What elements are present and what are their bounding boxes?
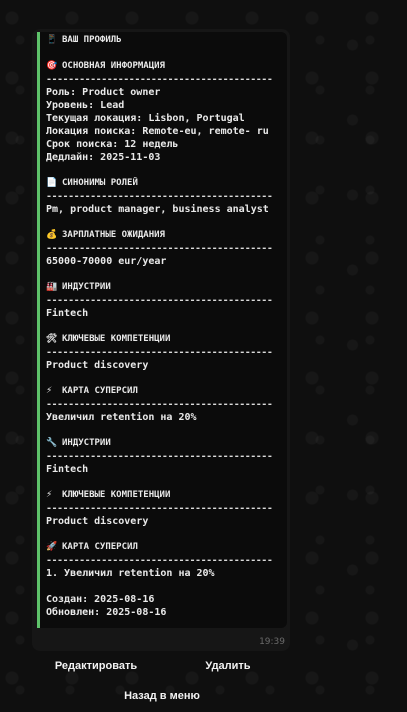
info-line: Дедлайн: 2025-11-03 xyxy=(46,152,161,163)
section-text: Product discovery xyxy=(46,516,149,527)
divider: ----------------------------------------… xyxy=(46,451,273,462)
section-heading: ⚡ КЛЮЧЕВЫЕ КОМПЕТЕНЦИИ xyxy=(46,489,282,502)
section-title: ИНДУСТРИИ xyxy=(62,282,111,292)
section-text: Pm, product manager, business analyst xyxy=(46,204,269,215)
section-title: КЛЮЧЕВЫЕ КОМПЕТЕНЦИИ xyxy=(62,334,171,344)
divider: ----------------------------------------… xyxy=(46,243,273,254)
factory-icon: 🏭 xyxy=(46,282,58,292)
divider: ----------------------------------------… xyxy=(46,295,273,306)
info-line: Локация поиска: Remote-eu, remote- ru xyxy=(46,126,269,137)
section-heading: 🏭 ИНДУСТРИИ xyxy=(46,281,282,294)
back-to-menu-button[interactable]: Назад в меню xyxy=(32,683,292,709)
lightning-icon: ⚡ xyxy=(46,386,53,396)
section-heading: ⚡ КАРТА СУПЕРСИЛ xyxy=(46,385,282,398)
section-heading: 🛠 КЛЮЧЕВЫЕ КОМПЕТЕНЦИИ xyxy=(46,333,282,346)
message-timestamp: 19:39 xyxy=(259,637,285,647)
section-text: Product discovery xyxy=(46,360,149,371)
divider: ----------------------------------------… xyxy=(46,503,273,514)
section-title: ОСНОВНАЯ ИНФОРМАЦИЯ xyxy=(62,61,165,71)
message-header: 📱 ВАШ ПРОФИЛЬ xyxy=(46,34,282,47)
info-line: Текущая локация: Lisbon, Portugal xyxy=(46,113,245,124)
profile-title: ВАШ ПРОФИЛЬ xyxy=(62,35,122,45)
wrench-icon: 🔧 xyxy=(46,438,58,448)
divider: ----------------------------------------… xyxy=(46,74,273,85)
divider: ----------------------------------------… xyxy=(46,347,273,358)
divider: ----------------------------------------… xyxy=(46,399,273,410)
info-line: Уровень: Lead xyxy=(46,100,125,111)
section-text: Увеличил retention на 20% xyxy=(46,412,197,423)
section-title: ЗАРПЛАТНЫЕ ОЖИДАНИЯ xyxy=(62,230,165,240)
divider: ----------------------------------------… xyxy=(46,555,273,566)
updated-date: Обновлен: 2025-08-16 xyxy=(46,607,167,618)
section-heading: 🔧 ИНДУСТРИИ xyxy=(46,437,282,450)
section-heading: 📄 СИНОНИМЫ РОЛЕЙ xyxy=(46,177,282,190)
section-text: 1. Увеличил retention на 20% xyxy=(46,568,215,579)
rocket-icon: 🚀 xyxy=(46,542,58,552)
section-title: ИНДУСТРИИ xyxy=(62,438,111,448)
phone-icon: 📱 xyxy=(46,35,58,45)
section-heading-basic: 🎯 ОСНОВНАЯ ИНФОРМАЦИЯ xyxy=(46,60,282,73)
delete-button[interactable]: Удалить xyxy=(164,653,292,679)
tools-icon: 🛠 xyxy=(46,334,58,344)
profile-message: 📱 ВАШ ПРОФИЛЬ 🎯 ОСНОВНАЯ ИНФОРМАЦИЯ ------… xyxy=(37,32,287,628)
section-text: Fintech xyxy=(46,308,89,319)
target-icon: 🎯 xyxy=(46,61,58,71)
section-heading: 💰 ЗАРПЛАТНЫЕ ОЖИДАНИЯ xyxy=(46,229,282,242)
section-title: КАРТА СУПЕРСИЛ xyxy=(62,386,138,396)
money-bag-icon: 💰 xyxy=(46,230,58,240)
section-text: 65000-70000 eur/year xyxy=(46,256,167,267)
created-date: Создан: 2025-08-16 xyxy=(46,594,155,605)
section-title: КЛЮЧЕВЫЕ КОМПЕТЕНЦИИ xyxy=(62,490,171,500)
section-text: Fintech xyxy=(46,464,89,475)
info-line: Роль: Product owner xyxy=(46,87,161,98)
info-line: Срок поиска: 12 недель xyxy=(46,139,179,150)
edit-button[interactable]: Редактировать xyxy=(32,653,160,679)
divider: ----------------------------------------… xyxy=(46,191,273,202)
section-heading: 🚀 КАРТА СУПЕРСИЛ xyxy=(46,541,282,554)
section-title: СИНОНИМЫ РОЛЕЙ xyxy=(62,178,138,188)
lightning-icon: ⚡ xyxy=(46,490,53,500)
section-title: КАРТА СУПЕРСИЛ xyxy=(62,542,138,552)
document-icon: 📄 xyxy=(46,178,58,188)
